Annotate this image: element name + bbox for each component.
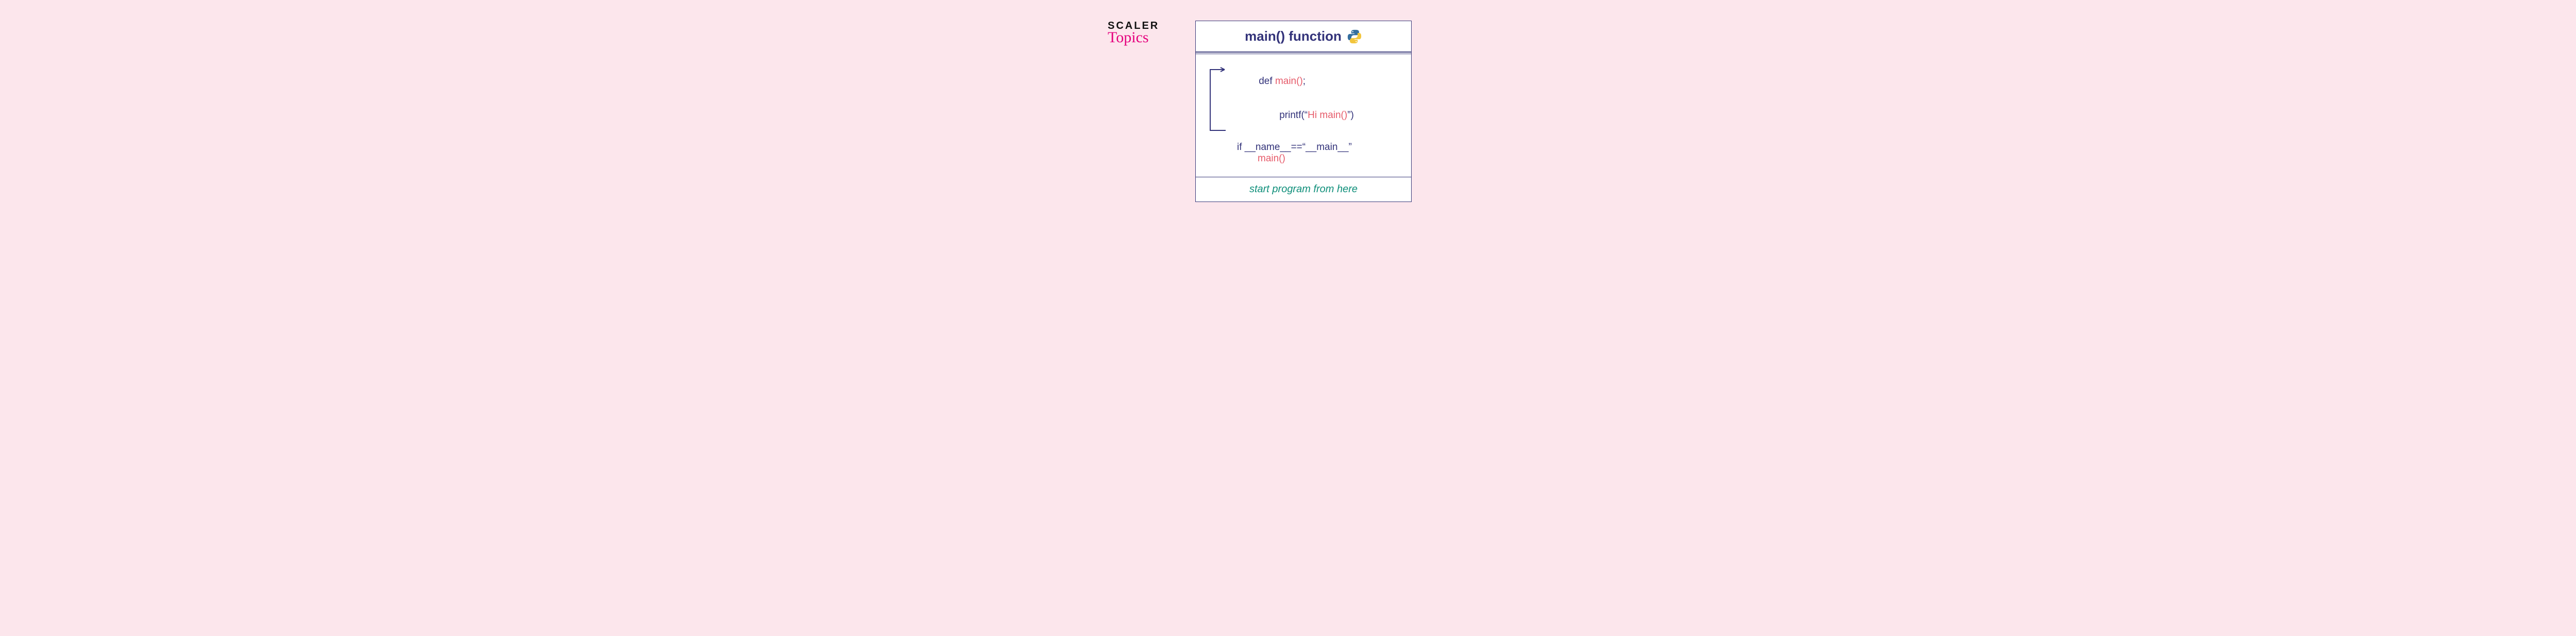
kw-def: def [1259,76,1275,87]
blank-line [1206,132,1401,142]
python-logo-icon [1347,29,1362,44]
code-line-printf: printf(“Hi main()”) [1206,98,1401,132]
main-card: main() function def main(); printf(“Hi m… [1195,21,1412,202]
printf-pre: printf(“ [1279,110,1308,121]
code-line-if: if __name__==“__main__” [1206,142,1401,153]
code-line-def: def main(); [1206,64,1401,98]
code-line-call: main() [1206,153,1401,164]
brand-logo-line2: Topics [1108,30,1159,45]
card-title-row: main() function [1196,21,1411,52]
printf-post: ”) [1347,110,1354,121]
card-title-text: main() function [1245,28,1342,44]
code-block: def main(); printf(“Hi main()”) if __nam… [1196,52,1411,177]
card-footer: start program from here [1196,177,1411,202]
brand-logo: SCALER Topics [1108,21,1159,45]
printf-hl: Hi main() [1308,110,1347,121]
diagram-stage: SCALER Topics main() function def main()… [979,21,1597,202]
semicolon: ; [1303,76,1306,87]
fn-main-decl: main() [1275,76,1303,87]
